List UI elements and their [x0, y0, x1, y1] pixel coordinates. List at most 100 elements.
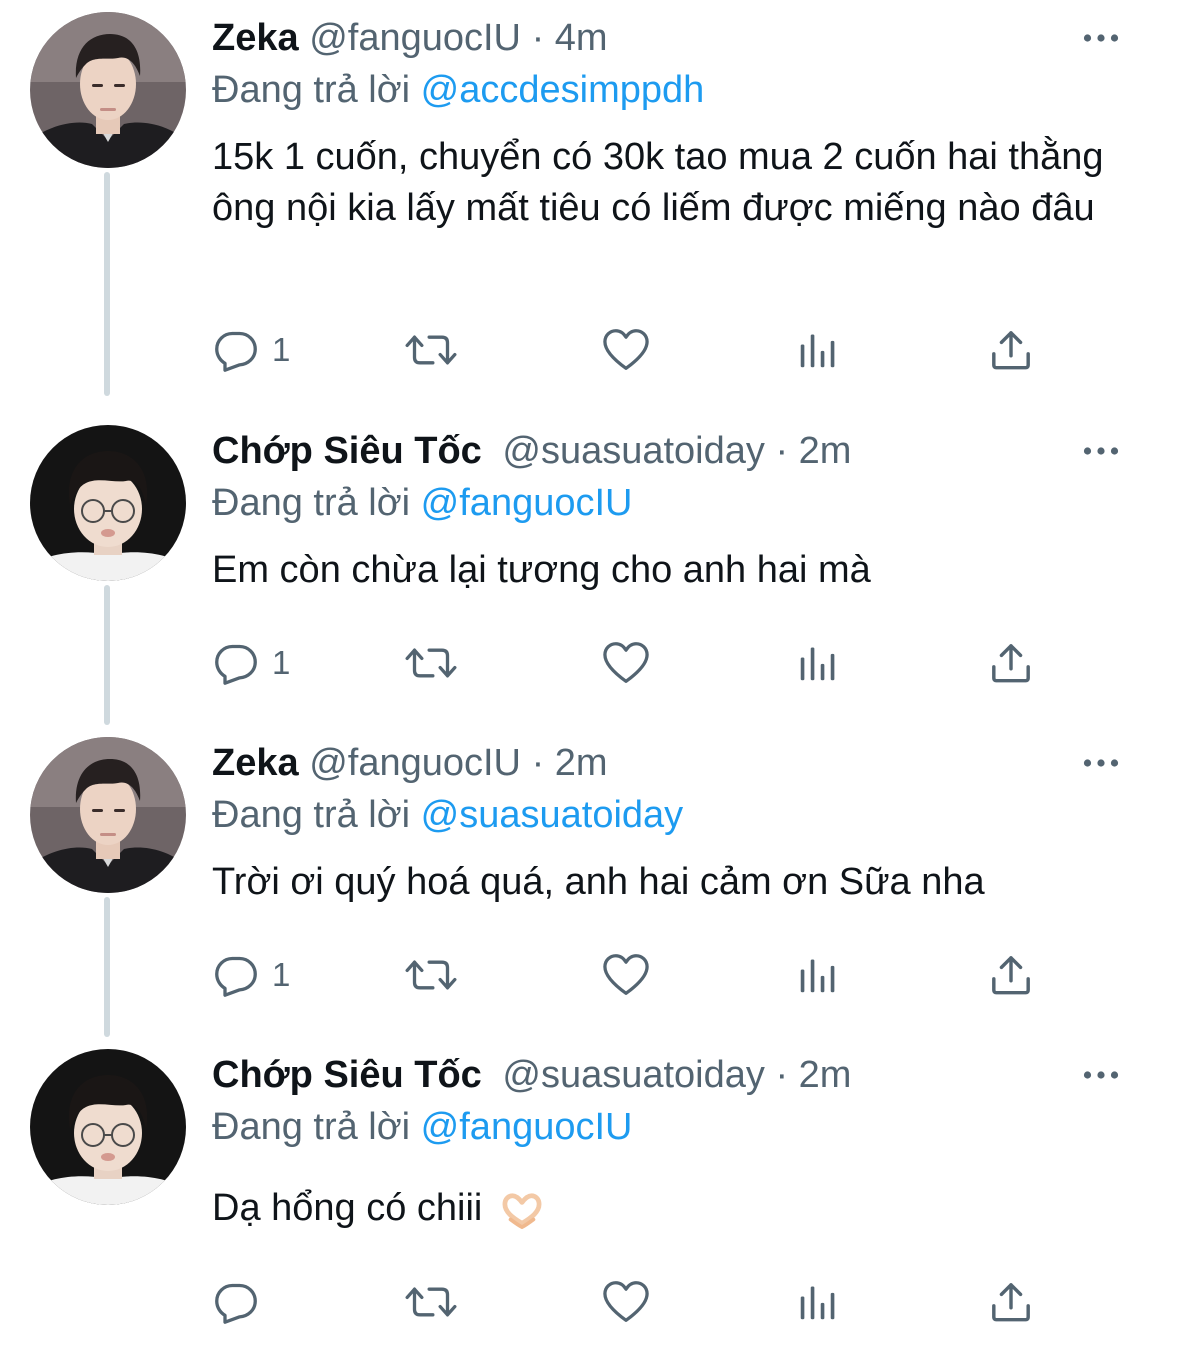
replying-to-label: Đang trả lời: [212, 69, 411, 111]
share-button[interactable]: [990, 635, 1032, 691]
reply-icon: [214, 953, 258, 997]
profile-photo-zeka: [30, 737, 186, 893]
retweet-icon: [402, 1280, 460, 1324]
views-button[interactable]: [798, 1274, 838, 1330]
more-options-button[interactable]: [1083, 12, 1119, 64]
mention-link[interactable]: @accdesimppdh: [421, 69, 705, 111]
separator-dot: ·: [775, 1054, 789, 1096]
tweet-actions: 1: [212, 322, 1052, 378]
separator-dot: ·: [531, 17, 545, 59]
tweet-header: Chớp Siêu Tốc @suasuatoiday · 2m: [212, 425, 1139, 477]
timestamp[interactable]: 4m: [555, 17, 608, 59]
share-icon: [990, 642, 1032, 684]
replying-to: Đang trả lời @fanguocIU: [212, 1101, 1139, 1153]
views-icon: [798, 643, 838, 683]
reply-button[interactable]: [214, 1274, 272, 1330]
reply-icon: [214, 641, 258, 685]
display-name[interactable]: Chớp Siêu Tốc: [212, 430, 482, 472]
tweet[interactable]: Zeka @fanguocIU · 4m Đang trả lời @accde…: [0, 12, 1179, 402]
like-button[interactable]: [602, 322, 650, 378]
more-icon: [1083, 446, 1119, 456]
retweet-button[interactable]: [402, 635, 460, 691]
display-name[interactable]: Zeka: [212, 742, 299, 784]
views-button[interactable]: [798, 322, 838, 378]
more-options-button[interactable]: [1083, 1049, 1119, 1101]
replying-to: Đang trả lời @accdesimppdh: [212, 64, 1139, 116]
retweet-icon: [402, 641, 460, 685]
tweet-text: Dạ hổng có chiii: [212, 1187, 483, 1229]
heart-hands-emoji: [501, 1191, 543, 1229]
profile-photo-chop: [30, 425, 186, 581]
mention-link[interactable]: @fanguocIU: [421, 482, 633, 524]
separator-dot: ·: [775, 430, 789, 472]
more-options-button[interactable]: [1083, 737, 1119, 789]
retweet-icon: [402, 953, 460, 997]
reply-button[interactable]: 1: [214, 635, 290, 691]
reply-icon: [214, 328, 258, 372]
replying-to-label: Đang trả lời: [212, 482, 411, 524]
replying-to-label: Đang trả lời: [212, 794, 411, 836]
reply-thread: Zeka @fanguocIU · 4m Đang trả lời @accde…: [0, 0, 1179, 1347]
reply-button[interactable]: 1: [214, 947, 290, 1003]
tweet-text: 15k 1 cuốn, chuyển có 30k tao mua 2 cuốn…: [212, 136, 1104, 229]
share-button[interactable]: [990, 947, 1032, 1003]
tweet[interactable]: Chớp Siêu Tốc @suasuatoiday · 2m Đang tr…: [0, 1049, 1179, 1339]
reply-count: 1: [272, 644, 291, 681]
like-icon: [602, 1280, 650, 1324]
user-handle[interactable]: @suasuatoiday: [502, 1054, 765, 1096]
tweet-actions: [212, 1274, 1052, 1330]
share-button[interactable]: [990, 322, 1032, 378]
tweet-header: Chớp Siêu Tốc @suasuatoiday · 2m: [212, 1049, 1139, 1101]
display-name[interactable]: Chớp Siêu Tốc: [212, 1054, 482, 1096]
replying-to-label: Đang trả lời: [212, 1106, 411, 1148]
like-button[interactable]: [602, 947, 650, 1003]
tweet-text: Em còn chừa lại tương cho anh hai mà: [212, 549, 871, 591]
avatar[interactable]: [30, 425, 186, 581]
tweet-text-block: Dạ hổng có chiii: [212, 1183, 1139, 1234]
more-options-button[interactable]: [1083, 425, 1119, 477]
views-icon: [798, 330, 838, 370]
retweet-icon: [402, 328, 460, 372]
retweet-button[interactable]: [402, 1274, 460, 1330]
profile-photo-chop: [30, 1049, 186, 1205]
tweet-actions: 1: [212, 947, 1052, 1003]
tweet-text: Trời ơi quý hoá quá, anh hai cảm ơn Sữa …: [212, 861, 985, 903]
reply-count: 1: [272, 331, 291, 368]
tweet-header: Zeka @fanguocIU · 4m: [212, 12, 1139, 64]
user-handle[interactable]: @fanguocIU: [309, 17, 521, 59]
avatar[interactable]: [30, 12, 186, 168]
tweet-header: Zeka @fanguocIU · 2m: [212, 737, 1139, 789]
like-button[interactable]: [602, 1274, 650, 1330]
retweet-button[interactable]: [402, 322, 460, 378]
more-icon: [1083, 1070, 1119, 1080]
tweet[interactable]: Chớp Siêu Tốc @suasuatoiday · 2m Đang tr…: [0, 425, 1179, 715]
like-icon: [602, 953, 650, 997]
mention-link[interactable]: @suasuatoiday: [421, 794, 684, 836]
mention-link[interactable]: @fanguocIU: [421, 1106, 633, 1148]
views-icon: [798, 1282, 838, 1322]
reply-icon: [214, 1280, 258, 1324]
views-button[interactable]: [798, 947, 838, 1003]
tweet[interactable]: Zeka @fanguocIU · 2m Đang trả lời @suasu…: [0, 737, 1179, 1027]
share-button[interactable]: [990, 1274, 1032, 1330]
user-handle[interactable]: @suasuatoiday: [502, 430, 765, 472]
tweet-actions: 1: [212, 635, 1052, 691]
reply-count: 1: [272, 956, 291, 993]
timestamp[interactable]: 2m: [799, 430, 852, 472]
reply-button[interactable]: 1: [214, 322, 290, 378]
avatar[interactable]: [30, 1049, 186, 1205]
profile-photo-zeka: [30, 12, 186, 168]
views-button[interactable]: [798, 635, 838, 691]
share-icon: [990, 1281, 1032, 1323]
replying-to: Đang trả lời @suasuatoiday: [212, 789, 1139, 841]
display-name[interactable]: Zeka: [212, 17, 299, 59]
retweet-button[interactable]: [402, 947, 460, 1003]
timestamp[interactable]: 2m: [555, 742, 608, 784]
more-icon: [1083, 33, 1119, 43]
timestamp[interactable]: 2m: [799, 1054, 852, 1096]
avatar[interactable]: [30, 737, 186, 893]
more-icon: [1083, 758, 1119, 768]
like-button[interactable]: [602, 635, 650, 691]
views-icon: [798, 955, 838, 995]
user-handle[interactable]: @fanguocIU: [309, 742, 521, 784]
